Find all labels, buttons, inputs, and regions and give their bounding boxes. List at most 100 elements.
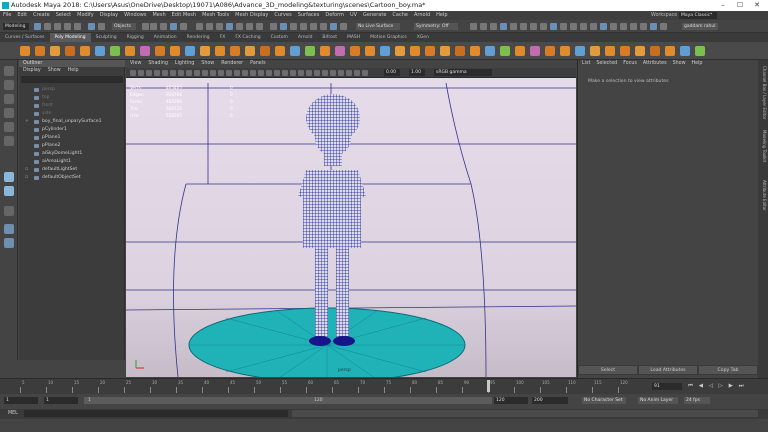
shelf-tab-sculpting[interactable]: Sculpting xyxy=(91,33,122,42)
viewport-tool-icon[interactable] xyxy=(306,70,312,76)
viewport-tool-icon[interactable] xyxy=(322,70,328,76)
shelf-tool-icon[interactable] xyxy=(320,46,330,56)
side-tab[interactable]: Attribute Editor xyxy=(759,180,767,211)
status-tool-icon[interactable] xyxy=(320,23,327,30)
fps-select[interactable]: 24 fps xyxy=(684,397,710,404)
time-slider[interactable]: 5 10 15 20 25 30 35 40 45 50 55 60 65 70 75 80 85 90 95 100… xyxy=(0,378,768,394)
shelf-tab-rendering[interactable]: Rendering xyxy=(182,33,215,42)
status-tool-icon[interactable] xyxy=(256,23,263,30)
status-tool-icon[interactable] xyxy=(170,23,177,30)
status-tool-icon[interactable] xyxy=(196,23,203,30)
shelf-tool-icon[interactable] xyxy=(275,46,285,56)
shelf-tab-poly-modeling[interactable]: Poly Modeling xyxy=(49,33,91,42)
status-tool-icon[interactable] xyxy=(480,23,487,30)
layout-a-icon[interactable] xyxy=(4,224,14,234)
layout-b-icon[interactable] xyxy=(4,238,14,248)
shelf-tool-icon[interactable] xyxy=(215,46,225,56)
start-frame-field[interactable]: 1 xyxy=(4,397,38,404)
status-tool-icon[interactable] xyxy=(216,23,223,30)
status-tool-icon[interactable] xyxy=(98,23,105,30)
viewport-tool-icon[interactable] xyxy=(266,70,272,76)
status-tool-icon[interactable] xyxy=(610,23,617,30)
menu-generate[interactable]: Generate xyxy=(363,11,386,20)
viewport-tool-icon[interactable] xyxy=(170,70,176,76)
menu-deform[interactable]: Deform xyxy=(325,11,344,20)
scale-tool-icon[interactable] xyxy=(4,136,14,146)
viewport-tool-icon[interactable] xyxy=(138,70,144,76)
viewport-tool-icon[interactable] xyxy=(202,70,208,76)
shelf-tab-fx-caching[interactable]: FX Caching xyxy=(230,33,265,42)
status-tool-icon[interactable] xyxy=(142,23,149,30)
shelf-tool-icon[interactable] xyxy=(395,46,405,56)
outliner-item[interactable]: aiSkyDomeLight1 xyxy=(19,150,125,158)
viewport-menu-lighting[interactable]: Lighting xyxy=(175,60,194,68)
viewport-tool-icon[interactable] xyxy=(258,70,264,76)
attr-menu-list[interactable]: List xyxy=(582,60,590,68)
menu-edit-mesh[interactable]: Edit Mesh xyxy=(172,11,196,20)
outliner-menu-display[interactable]: Display xyxy=(23,67,41,75)
status-tool-icon[interactable] xyxy=(206,23,213,30)
status-tool-icon[interactable] xyxy=(640,23,647,30)
shelf-tab-xgen[interactable]: XGen xyxy=(412,33,434,42)
workspace-select[interactable]: Maya Classic* xyxy=(679,12,717,19)
shelf-tool-icon[interactable] xyxy=(230,46,240,56)
shelf-tool-icon[interactable] xyxy=(125,46,135,56)
status-tool-icon[interactable] xyxy=(620,23,627,30)
shelf-tab-bifrost[interactable]: Bifrost xyxy=(317,33,342,42)
paint-select-icon[interactable] xyxy=(4,94,14,104)
current-time-marker[interactable] xyxy=(487,380,490,392)
status-tool-icon[interactable] xyxy=(34,23,41,30)
viewport-tool-icon[interactable] xyxy=(130,70,136,76)
menu-windows[interactable]: Windows xyxy=(124,11,146,20)
viewport-tool-icon[interactable] xyxy=(226,70,232,76)
viewport-tool-icon[interactable] xyxy=(250,70,256,76)
viewport-menu-show[interactable]: Show xyxy=(201,60,214,68)
shelf-tool-icon[interactable] xyxy=(605,46,615,56)
outliner-item[interactable]: + boy_final_unparySurface1 xyxy=(19,118,125,126)
shelf-tool-icon[interactable] xyxy=(545,46,555,56)
viewport-tool-icon[interactable] xyxy=(218,70,224,76)
status-tool-icon[interactable] xyxy=(490,23,497,30)
shelf-tool-icon[interactable] xyxy=(80,46,90,56)
status-tool-icon[interactable] xyxy=(236,23,243,30)
shelf-tool-icon[interactable] xyxy=(440,46,450,56)
menu-create[interactable]: Create xyxy=(33,11,50,20)
status-tool-icon[interactable] xyxy=(470,23,477,30)
gamma-field[interactable]: 1.00 xyxy=(409,69,425,76)
attr-menu-help[interactable]: Help xyxy=(692,60,703,68)
outliner-item[interactable]: ▫ defaultLightSet xyxy=(19,166,125,174)
shelf-tool-icon[interactable] xyxy=(185,46,195,56)
shelf-tool-icon[interactable] xyxy=(680,46,690,56)
menu-mesh-tools[interactable]: Mesh Tools xyxy=(202,11,229,20)
playback-end-field[interactable]: 120 xyxy=(494,397,528,404)
status-tool-icon[interactable] xyxy=(510,23,517,30)
menu-cache[interactable]: Cache xyxy=(392,11,408,20)
status-tool-icon[interactable] xyxy=(560,23,567,30)
status-tool-icon[interactable] xyxy=(530,23,537,30)
current-frame-field[interactable]: 91 xyxy=(652,383,682,390)
outliner-item[interactable]: pCylinder1 xyxy=(19,126,125,134)
viewport-tool-icon[interactable] xyxy=(330,70,336,76)
load-attributes-button[interactable]: Load Attributes xyxy=(638,365,698,375)
shelf-tool-icon[interactable] xyxy=(170,46,180,56)
viewport-tool-icon[interactable] xyxy=(362,70,368,76)
menu-help[interactable]: Help xyxy=(436,11,447,20)
menu-file[interactable]: File xyxy=(3,11,11,20)
outliner-item[interactable]: pPlane2 xyxy=(19,142,125,150)
shelf-tool-icon[interactable] xyxy=(650,46,660,56)
status-tool-icon[interactable] xyxy=(660,23,667,30)
shelf-tool-icon[interactable] xyxy=(95,46,105,56)
status-tool-icon[interactable] xyxy=(570,23,577,30)
shelf-tool-icon[interactable] xyxy=(620,46,630,56)
shelf-tool-icon[interactable] xyxy=(380,46,390,56)
menu-surfaces[interactable]: Surfaces xyxy=(298,11,320,20)
viewport-tool-icon[interactable] xyxy=(186,70,192,76)
viewport-tool-icon[interactable] xyxy=(346,70,352,76)
shelf-tool-icon[interactable] xyxy=(500,46,510,56)
outliner-menu-show[interactable]: Show xyxy=(48,67,61,75)
viewport-tool-icon[interactable] xyxy=(274,70,280,76)
menu-modify[interactable]: Modify xyxy=(77,11,94,20)
shelf-tool-icon[interactable] xyxy=(110,46,120,56)
shelf-tool-icon[interactable] xyxy=(470,46,480,56)
shelf-tool-icon[interactable] xyxy=(155,46,165,56)
